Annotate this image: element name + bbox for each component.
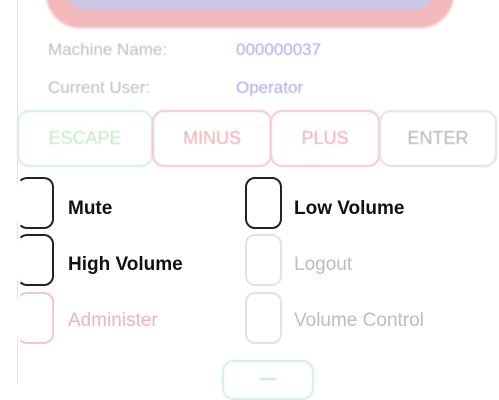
administer-label: Administer [68, 310, 158, 331]
high-volume-checkbox[interactable] [17, 234, 54, 286]
escape-button[interactable]: ESCAPE [17, 110, 153, 167]
mute-checkbox[interactable] [17, 177, 54, 229]
header-banner [46, 0, 454, 28]
volume-control-label: Volume Control [294, 310, 424, 331]
machine-name-label: Machine Name: [48, 40, 168, 59]
machine-name-value: 000000037 [236, 40, 322, 59]
minus-button[interactable]: MINUS [152, 110, 272, 167]
low-volume-checkbox[interactable] [245, 177, 282, 229]
bottom-button[interactable] [222, 360, 314, 400]
current-user-label: Current User: [48, 78, 151, 97]
enter-button[interactable]: ENTER [379, 110, 497, 167]
current-user-row: Current User: Operator [48, 78, 303, 98]
volume-control-checkbox[interactable] [245, 292, 282, 344]
logout-label: Logout [294, 254, 353, 275]
current-user-value: Operator [236, 78, 304, 97]
administer-checkbox[interactable] [17, 292, 54, 344]
low-volume-label: Low Volume [294, 198, 405, 219]
header-banner-inner [66, 0, 434, 10]
keypad-row: ESCAPE MINUS PLUS ENTER [17, 110, 499, 167]
minus-icon [260, 378, 276, 380]
mute-label: Mute [68, 198, 113, 219]
machine-name-row: Machine Name: 000000037 [48, 40, 321, 60]
logout-checkbox[interactable] [245, 234, 282, 286]
plus-button[interactable]: PLUS [270, 110, 380, 167]
high-volume-label: High Volume [68, 254, 183, 275]
